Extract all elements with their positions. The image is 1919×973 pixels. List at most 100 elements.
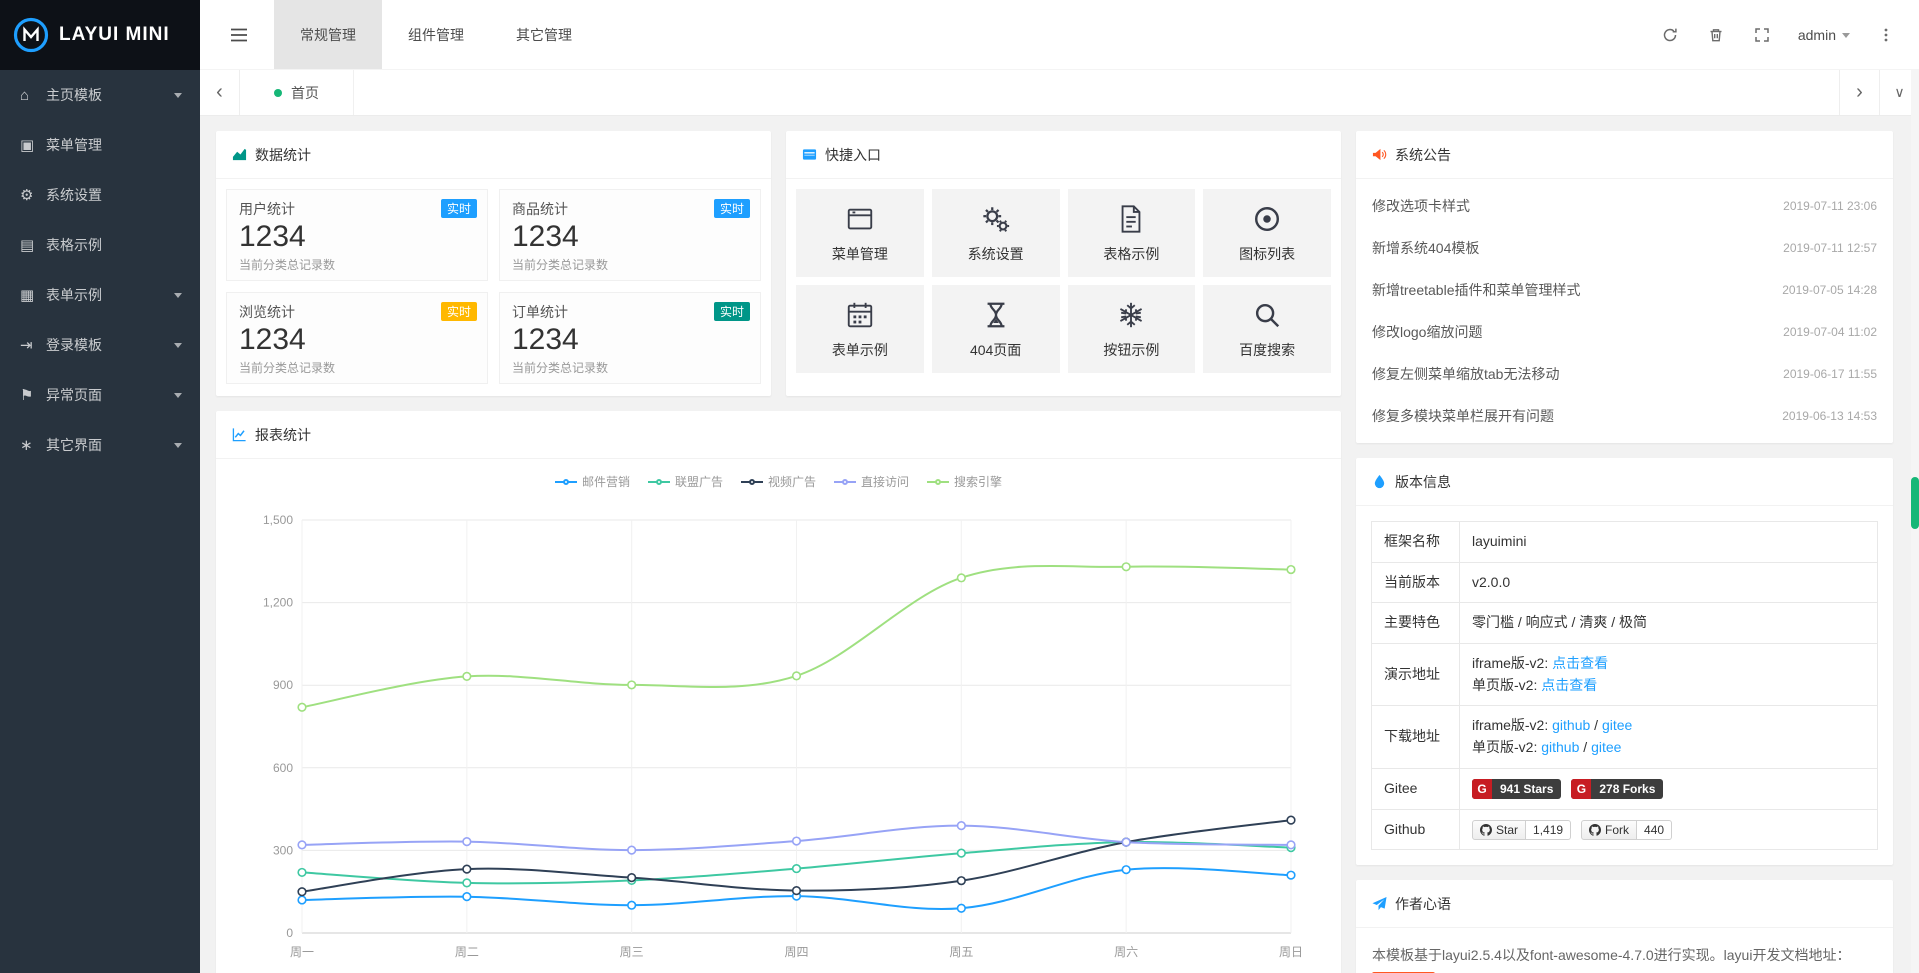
header-tab-3[interactable]: 其它管理 (490, 0, 598, 69)
gitee-badge[interactable]: G941 Stars (1472, 779, 1561, 799)
sidebar-item-8[interactable]: ∗其它界面 (0, 420, 200, 470)
header-tab-2[interactable]: 组件管理 (382, 0, 490, 69)
card-header: 报表统计 (216, 411, 1341, 459)
version-link[interactable]: gitee (1591, 739, 1621, 755)
github-badge[interactable]: Fork440 (1581, 820, 1672, 840)
more-button[interactable] (1863, 0, 1909, 69)
announcement-time: 2019-07-11 12:57 (1783, 241, 1877, 255)
left-column: 数据统计 用户统计1234当前分类总记录数实时商品统计1234当前分类总记录数实… (216, 131, 1341, 973)
chevron-down-icon: ∨ (1894, 84, 1904, 101)
sidebar-item-7[interactable]: ⚑异常页面 (0, 370, 200, 420)
github-icon (1480, 824, 1492, 836)
legend-label: 联盟广告 (675, 473, 723, 490)
quick-entry-8[interactable]: 百度搜索 (1203, 285, 1331, 373)
announcement-item-2[interactable]: 新增系统404模板2019-07-11 12:57 (1356, 227, 1893, 269)
version-link[interactable]: 点击查看 (1541, 677, 1597, 693)
tab-prev-button[interactable]: ‹ (200, 70, 240, 115)
sidebar-item-3[interactable]: ⚙系统设置 (0, 170, 200, 220)
page-scrollbar[interactable] (1911, 70, 1919, 973)
announcement-item-3[interactable]: 新增treetable插件和菜单管理样式2019-07-05 14:28 (1356, 269, 1893, 311)
gitee-badge[interactable]: G278 Forks (1571, 779, 1663, 799)
stat-value: 1234 (512, 220, 748, 254)
logo-icon (13, 17, 49, 53)
sidebar-item-label: 异常页面 (46, 385, 102, 405)
quick-entry-1[interactable]: 菜单管理 (796, 189, 924, 277)
sidebar-item-6[interactable]: ⇥登录模板 (0, 320, 200, 370)
version-row-label: 框架名称 (1372, 522, 1460, 563)
window-icon: ▣ (20, 136, 46, 154)
version-row-value: layuimini (1460, 522, 1878, 563)
quick-entry-6[interactable]: 404页面 (932, 285, 1060, 373)
card-title: 数据统计 (255, 145, 311, 165)
refresh-button[interactable] (1647, 0, 1693, 69)
github-badge[interactable]: Star1,419 (1472, 820, 1571, 840)
quick-entry-3[interactable]: 表格示例 (1068, 189, 1196, 277)
quick-entry-2[interactable]: 系统设置 (932, 189, 1060, 277)
version-link[interactable]: github (1552, 717, 1590, 733)
stat-label: 用户统计 (239, 199, 475, 219)
sidebar-item-label: 菜单管理 (46, 135, 102, 155)
quick-entry-4[interactable]: 图标列表 (1203, 189, 1331, 277)
tabstrip: ‹ 首页 › ∨ (200, 70, 1919, 116)
github-icon (1589, 824, 1601, 836)
version-link[interactable]: gitee (1602, 717, 1632, 733)
version-row: 框架名称layuimini (1372, 522, 1878, 563)
chevron-down-icon (174, 93, 182, 102)
sidebar-item-4[interactable]: ▤表格示例 (0, 220, 200, 270)
card-header: 作者心语 (1356, 880, 1893, 928)
svg-text:周日: 周日 (1279, 945, 1303, 959)
legend-item-2[interactable]: 联盟广告 (648, 473, 723, 490)
announcement-item-1[interactable]: 修改选项卡样式2019-07-11 23:06 (1356, 185, 1893, 227)
scrollbar-thumb[interactable] (1911, 477, 1919, 529)
legend-label: 直接访问 (861, 473, 909, 490)
app-root: LAYUI MINI ⌂主页模板▣菜单管理⚙系统设置▤表格示例▦表单示例⇥登录模… (0, 0, 1919, 973)
card-announcements: 系统公告 修改选项卡样式2019-07-11 23:06新增系统404模板201… (1356, 131, 1893, 443)
line-chart-icon (232, 427, 247, 442)
svg-text:900: 900 (273, 678, 293, 692)
tab-next-button[interactable]: › (1839, 70, 1879, 115)
gitee-icon: G (1472, 779, 1492, 799)
quick-entry-label: 图标列表 (1239, 244, 1295, 264)
version-row-label: 当前版本 (1372, 562, 1460, 603)
version-link[interactable]: 点击查看 (1552, 655, 1608, 671)
sidebar-item-5[interactable]: ▦表单示例 (0, 270, 200, 320)
user-dropdown[interactable]: admin (1785, 0, 1863, 69)
clear-cache-button[interactable] (1693, 0, 1739, 69)
status-badge: 实时 (714, 302, 750, 321)
svg-text:周四: 周四 (784, 945, 808, 959)
report-chart: 03006009001,2001,500周一周二周三周四周五周六周日 (216, 490, 1341, 973)
legend-item-3[interactable]: 视频广告 (741, 473, 816, 490)
tab-home[interactable]: 首页 (240, 70, 354, 115)
legend-item-5[interactable]: 搜索引擎 (927, 473, 1002, 490)
file-icon (1116, 203, 1146, 235)
collapse-sidebar-button[interactable] (200, 0, 274, 69)
sidebar-item-1[interactable]: ⌂主页模板 (0, 70, 200, 120)
legend-marker-icon (741, 481, 763, 483)
logo[interactable]: LAYUI MINI (0, 0, 200, 70)
header-tab-1[interactable]: 常规管理 (274, 0, 382, 69)
window-grid-icon (802, 147, 817, 162)
svg-text:周五: 周五 (949, 945, 973, 959)
version-row: 当前版本v2.0.0 (1372, 562, 1878, 603)
announcement-item-5[interactable]: 修复左侧菜单缩放tab无法移动2019-06-17 11:55 (1356, 353, 1893, 395)
announcement-item-6[interactable]: 修复多模块菜单栏展开有问题2019-06-13 14:53 (1356, 395, 1893, 437)
quick-entry-7[interactable]: 按钮示例 (1068, 285, 1196, 373)
legend-item-4[interactable]: 直接访问 (834, 473, 909, 490)
version-row-label: 演示地址 (1372, 644, 1460, 706)
version-link[interactable]: github (1541, 739, 1579, 755)
announcement-time: 2019-07-05 14:28 (1782, 283, 1877, 297)
stat-desc: 当前分类总记录数 (239, 359, 475, 376)
fullscreen-button[interactable] (1739, 0, 1785, 69)
bullseye-icon (1252, 203, 1282, 235)
announcement-text: 修改选项卡样式 (1372, 196, 1470, 216)
announcement-item-4[interactable]: 修改logo缩放问题2019-07-04 11:02 (1356, 311, 1893, 353)
card-header: 版本信息 (1356, 458, 1893, 506)
sidebar-item-2[interactable]: ▣菜单管理 (0, 120, 200, 170)
card-title: 版本信息 (1395, 472, 1451, 492)
stat-label: 订单统计 (512, 302, 748, 322)
quick-entry-5[interactable]: 表单示例 (796, 285, 924, 373)
report-chart-svg: 03006009001,2001,500周一周二周三周四周五周六周日 (232, 492, 1325, 973)
flag-icon: ⚑ (20, 386, 46, 404)
announcement-time: 2019-07-04 11:02 (1783, 325, 1877, 339)
legend-item-1[interactable]: 邮件营销 (555, 473, 630, 490)
